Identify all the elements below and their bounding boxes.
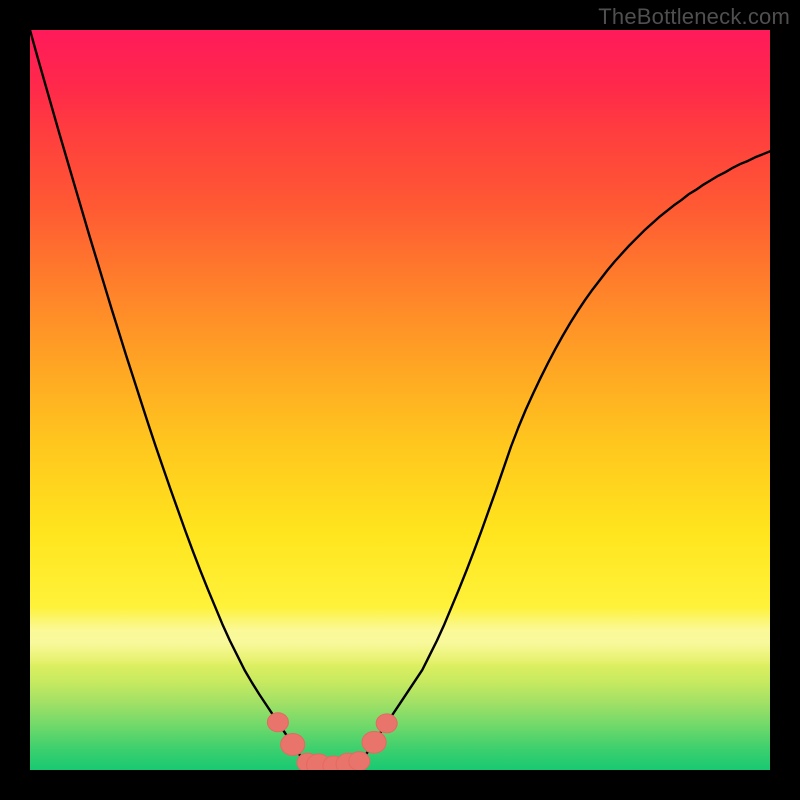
nadir-blob bbox=[267, 713, 288, 732]
plot-area bbox=[30, 30, 770, 770]
curve-line bbox=[30, 30, 770, 766]
nadir-blob bbox=[281, 734, 305, 756]
watermark-text: TheBottleneck.com bbox=[598, 4, 790, 30]
bottleneck-curve bbox=[30, 30, 770, 770]
nadir-blob bbox=[362, 731, 386, 753]
nadir-blob-cluster bbox=[267, 713, 397, 770]
chart-frame: TheBottleneck.com bbox=[0, 0, 800, 800]
nadir-blob bbox=[376, 714, 397, 733]
nadir-blob bbox=[349, 752, 370, 770]
